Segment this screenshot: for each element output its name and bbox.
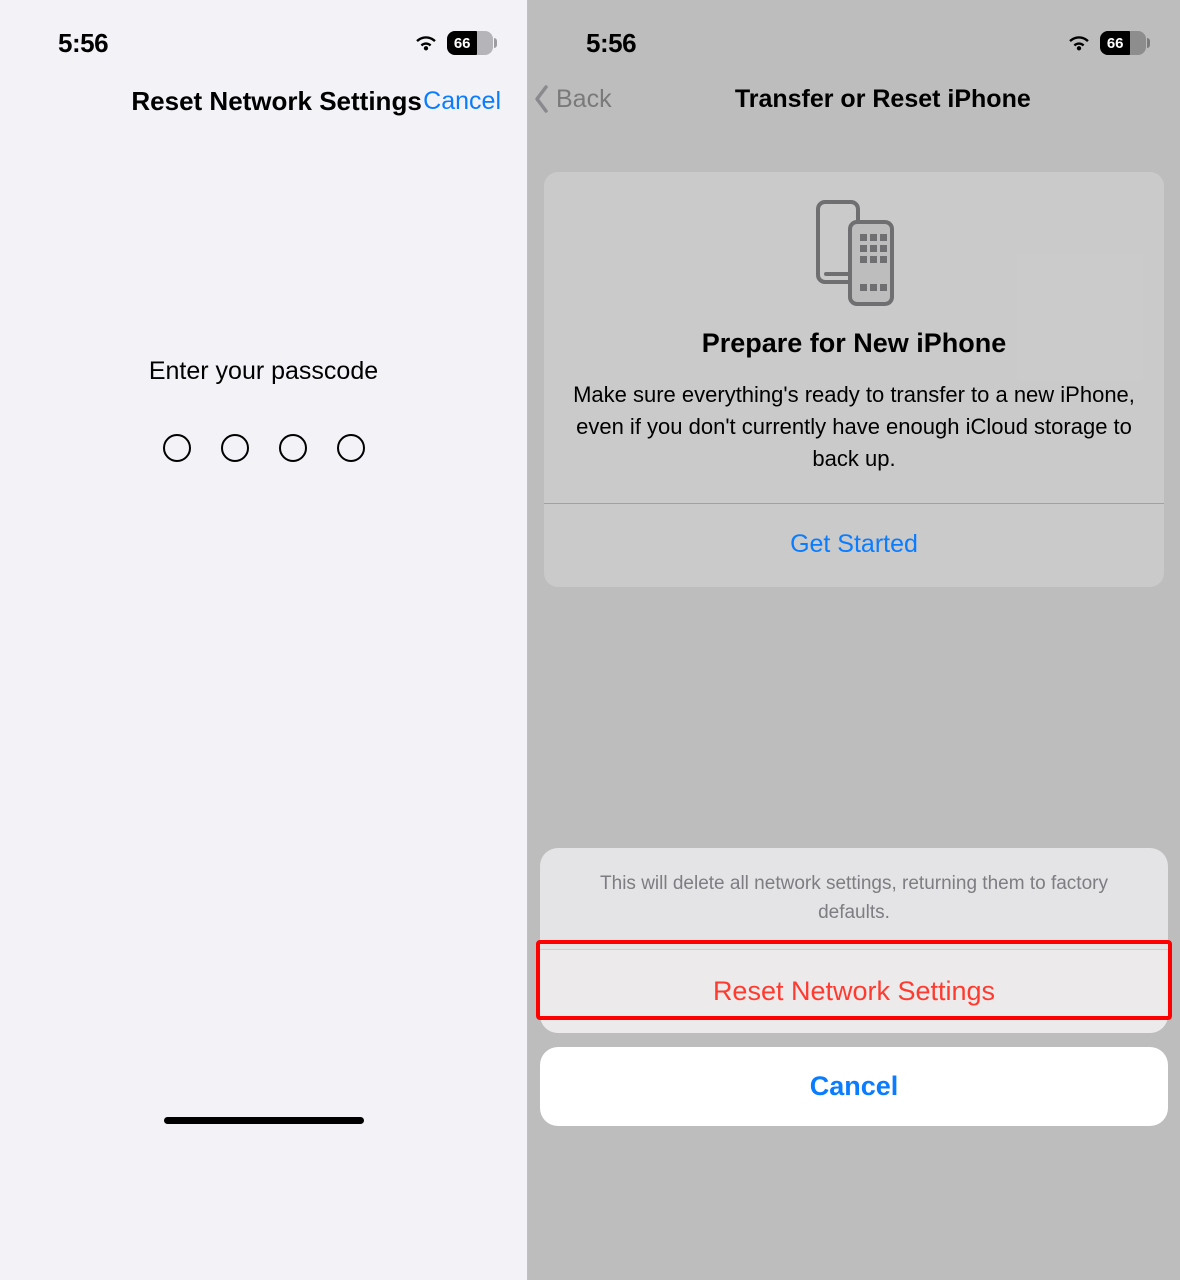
sheet-message: This will delete all network settings, r… — [540, 848, 1168, 949]
action-sheet: This will delete all network settings, r… — [540, 848, 1168, 1126]
page-title: Transfer or Reset iPhone — [598, 85, 1168, 114]
card-heading: Prepare for New iPhone — [566, 328, 1142, 359]
wifi-icon — [413, 33, 439, 53]
transfer-reset-screen: 5:56 66 Back Transfer or Reset iPhone — [528, 0, 1180, 1280]
status-time: 5:56 — [586, 28, 636, 59]
battery-icon: 66 — [1100, 31, 1146, 55]
phones-icon — [566, 196, 1142, 328]
card-body: Make sure everything's ready to transfer… — [566, 379, 1142, 503]
passcode-dot — [221, 434, 249, 462]
battery-icon: 66 — [447, 31, 493, 55]
passcode-dot — [337, 434, 365, 462]
status-bar: 5:56 66 — [528, 0, 1180, 66]
back-chevron-icon[interactable] — [530, 84, 554, 114]
home-indicator[interactable] — [164, 1117, 364, 1124]
passcode-screen: 5:56 66 Reset Network Settings Cancel En… — [0, 0, 528, 1280]
status-icons: 66 — [413, 31, 493, 55]
get-started-button[interactable]: Get Started — [566, 504, 1142, 587]
passcode-prompt: Enter your passcode — [0, 357, 527, 386]
battery-level: 66 — [447, 31, 477, 55]
battery-level: 66 — [1100, 31, 1130, 55]
status-icons: 66 — [1066, 31, 1146, 55]
passcode-dot — [279, 434, 307, 462]
sheet-cancel-button[interactable]: Cancel — [540, 1047, 1168, 1126]
wifi-icon — [1066, 33, 1092, 53]
passcode-entry: Enter your passcode — [0, 357, 527, 462]
nav-bar: Back Transfer or Reset iPhone — [528, 66, 1180, 132]
page-title: Reset Network Settings — [20, 86, 423, 117]
passcode-dot — [163, 434, 191, 462]
sheet-group: This will delete all network settings, r… — [540, 848, 1168, 1033]
reset-network-settings-button[interactable]: Reset Network Settings — [540, 949, 1168, 1033]
passcode-dots[interactable] — [0, 434, 527, 462]
nav-bar: Reset Network Settings Cancel — [0, 66, 527, 137]
cancel-button[interactable]: Cancel — [423, 87, 507, 116]
status-time: 5:56 — [58, 28, 108, 59]
status-bar: 5:56 66 — [0, 0, 527, 66]
prepare-card: Prepare for New iPhone Make sure everyth… — [544, 172, 1164, 587]
